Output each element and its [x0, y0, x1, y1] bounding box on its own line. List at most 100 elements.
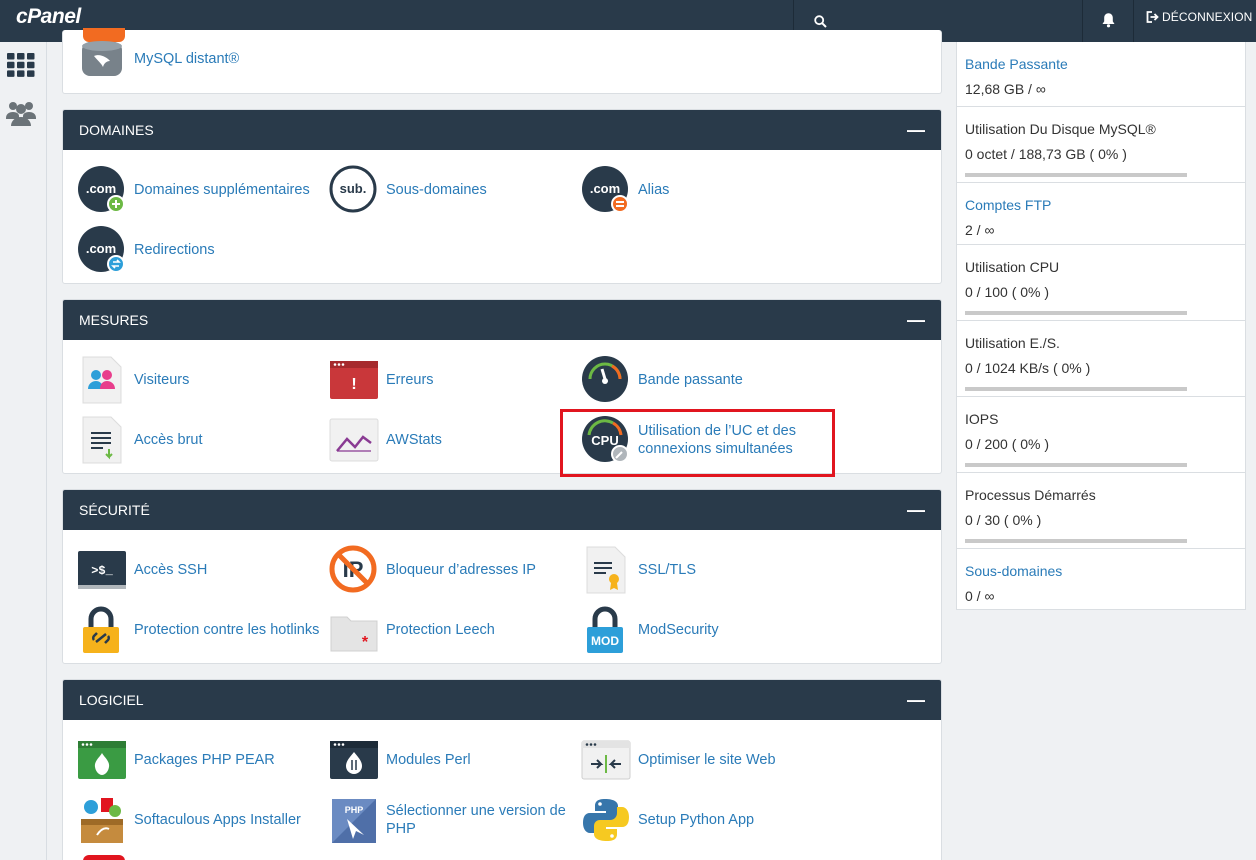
usage-bar — [965, 173, 1187, 177]
item-label: Setup Python App — [638, 812, 755, 828]
ip-blocker-item[interactable]: IP Bloqueur d’adresses IP — [329, 544, 581, 596]
stat-mysql-disk: Utilisation Du Disque MySQL® 0 octet / 1… — [957, 106, 1245, 182]
raw-access-item[interactable]: Accès brut — [77, 414, 329, 466]
collapse-icon[interactable]: — — [907, 311, 925, 329]
softaculous-icon — [77, 795, 127, 845]
usage-bar — [965, 463, 1187, 467]
mysql-remote-icon — [77, 34, 127, 84]
redirects-item[interactable]: .com Redirections — [77, 224, 329, 276]
php-version-item[interactable]: PHP Sélectionner une version de PHP — [329, 794, 581, 846]
item-label: Redirections — [134, 242, 215, 258]
bandwidth-item[interactable]: Bande passante — [581, 354, 833, 406]
grid-icon — [7, 53, 35, 77]
svg-text:sub.: sub. — [340, 181, 367, 196]
addon-domains-icon: .com — [77, 165, 127, 215]
redirects-icon: .com — [77, 225, 127, 275]
item-label: Accès brut — [134, 432, 203, 448]
logout-label: DÉCONNEXION — [1162, 10, 1253, 24]
stat-processes: Processus Démarrés 0 / 30 ( 0% ) — [957, 472, 1245, 548]
item-label: Packages PHP PEAR — [134, 752, 275, 768]
modsecurity-item[interactable]: MOD ModSecurity — [581, 604, 833, 656]
php-version-icon: PHP — [329, 795, 379, 845]
stat-title: Utilisation Du Disque MySQL® — [965, 121, 1156, 137]
stat-title[interactable]: Sous-domaines — [965, 563, 1062, 579]
stat-io: Utilisation E./S. 0 / 1024 KB/s ( 0% ) — [957, 320, 1245, 396]
item-label: ModSecurity — [638, 622, 719, 638]
svg-text:.com: .com — [590, 181, 620, 196]
subdomains-icon: sub. — [329, 165, 379, 215]
section-header[interactable]: MESURES — — [63, 300, 941, 340]
sidebar — [0, 42, 47, 860]
stat-bandwidth: Bande Passante 12,68 GB / ∞ — [957, 42, 1245, 106]
stat-value: 0 / 200 ( 0% ) — [965, 436, 1050, 452]
section-title: MESURES — [79, 312, 149, 328]
topbar-divider — [1133, 0, 1134, 42]
topbar-divider — [1082, 0, 1083, 42]
item-label: Erreurs — [386, 372, 434, 388]
sidebar-item-users[interactable] — [6, 98, 36, 128]
stats-panel: Bande Passante 12,68 GB / ∞ Utilisation … — [956, 42, 1246, 610]
item-label: Sous-domaines — [386, 182, 487, 198]
section-header[interactable]: DOMAINES — — [63, 110, 941, 150]
stat-value: 2 / ∞ — [965, 222, 995, 238]
stat-title: Utilisation CPU — [965, 259, 1060, 275]
search-icon — [813, 14, 827, 28]
item-label: Protection contre les hotlinks — [134, 622, 320, 638]
errors-item[interactable]: ! Erreurs — [329, 354, 581, 406]
ssl-tls-item[interactable]: SSL/TLS — [581, 544, 833, 596]
item-label: Modules Perl — [386, 752, 471, 768]
ssl-tls-icon — [581, 545, 631, 595]
visitors-icon — [77, 355, 127, 405]
leech-protection-item[interactable]: * Protection Leech — [329, 604, 581, 656]
awstats-item[interactable]: AWStats — [329, 414, 581, 466]
mysql-remote-item[interactable]: MySQL distant® — [77, 33, 329, 85]
optimize-website-item[interactable]: Optimiser le site Web — [581, 734, 833, 786]
section-header[interactable]: LOGICIEL — — [63, 680, 941, 720]
stat-cpu: Utilisation CPU 0 / 100 ( 0% ) — [957, 244, 1245, 320]
usage-bar — [965, 311, 1187, 315]
stat-subdomains: Sous-domaines 0 / ∞ — [957, 548, 1245, 610]
item-label: Softaculous Apps Installer — [134, 812, 301, 828]
stat-value: 0 / 30 ( 0% ) — [965, 512, 1042, 528]
aliases-icon: .com — [581, 165, 631, 215]
perl-modules-item[interactable]: Modules Perl — [329, 734, 581, 786]
aliases-item[interactable]: .com Alias — [581, 164, 833, 216]
ssh-item[interactable]: >$_ Accès SSH — [77, 544, 329, 596]
ssh-icon-text: >$_ — [91, 564, 113, 578]
bell-icon — [1102, 13, 1114, 28]
php-icon-text: PHP — [345, 805, 364, 815]
section-logiciel: LOGICIEL — Packages PHP PEAR Modules Per… — [62, 679, 942, 860]
next-item-icon-partial — [83, 855, 125, 860]
hotlink-protection-item[interactable]: Protection contre les hotlinks — [77, 604, 329, 656]
section-header[interactable]: SÉCURITÉ — — [63, 490, 941, 530]
collapse-icon[interactable]: — — [907, 691, 925, 709]
collapse-icon[interactable]: — — [907, 501, 925, 519]
stat-value: 0 / 1024 KB/s ( 0% ) — [965, 360, 1091, 376]
stat-value: 0 / ∞ — [965, 588, 995, 604]
leech-protection-icon: * — [329, 605, 379, 655]
stat-title[interactable]: Bande Passante — [965, 56, 1068, 72]
notifications-button[interactable] — [1094, 6, 1122, 34]
softaculous-item[interactable]: Softaculous Apps Installer — [77, 794, 329, 846]
stat-value: 12,68 GB / ∞ — [965, 81, 1046, 97]
logout-button[interactable]: DÉCONNEXION — [1146, 10, 1252, 24]
collapse-icon[interactable]: — — [907, 121, 925, 139]
subdomains-item[interactable]: sub. Sous-domaines — [329, 164, 581, 216]
svg-text:.com: .com — [86, 241, 116, 256]
section-domaines: DOMAINES — .com Domaines supplémentaires… — [62, 109, 942, 284]
sidebar-item-home[interactable] — [6, 50, 36, 80]
cpanel-logo[interactable]: cPanel — [16, 5, 81, 29]
svg-text:!: ! — [351, 376, 356, 393]
stat-value: 0 / 100 ( 0% ) — [965, 284, 1050, 300]
item-label: SSL/TLS — [638, 562, 697, 578]
stat-title[interactable]: Comptes FTP — [965, 197, 1051, 213]
perl-modules-icon — [329, 735, 379, 785]
item-label: MySQL distant® — [134, 51, 240, 67]
addon-domains-item[interactable]: .com Domaines supplémentaires — [77, 164, 329, 216]
visitors-item[interactable]: Visiteurs — [77, 354, 329, 406]
svg-text:*: * — [362, 634, 369, 651]
item-label: Bande passante — [638, 372, 743, 388]
php-pear-item[interactable]: Packages PHP PEAR — [77, 734, 329, 786]
python-app-item[interactable]: Setup Python App — [581, 794, 833, 846]
item-label: Alias — [638, 182, 670, 198]
